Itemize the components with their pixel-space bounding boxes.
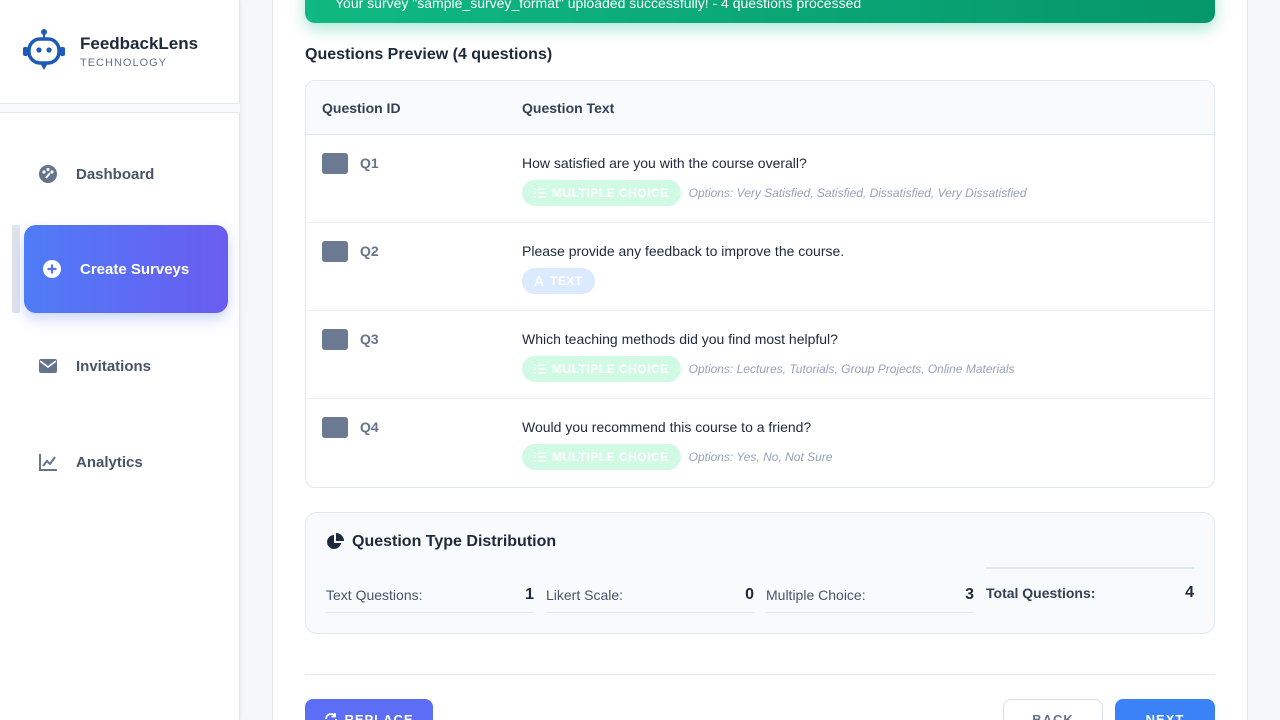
column-header-id: Question ID xyxy=(322,99,401,116)
table-row[interactable]: Q1 How satisfied are you with the course… xyxy=(306,135,1214,223)
question-text: Please provide any feedback to improve t… xyxy=(522,243,845,259)
distribution-title: Question Type Distribution xyxy=(326,533,556,551)
stat-likert-scale: Likert Scale: 0 xyxy=(546,577,754,613)
envelope-icon xyxy=(38,356,58,376)
question-chip xyxy=(322,417,348,438)
actions-divider xyxy=(305,674,1215,675)
question-text: How satisfied are you with the course ov… xyxy=(522,155,807,171)
sidebar-item-create-surveys[interactable]: Create Surveys xyxy=(24,225,228,313)
brand-name: FeedbackLens xyxy=(80,34,199,53)
sidebar-item-invitations[interactable]: Invitations xyxy=(24,322,228,410)
questions-table: Question ID Question Text Q1 How satisfi… xyxy=(305,80,1215,488)
brand-subtitle: TECHNOLOGY xyxy=(80,57,168,69)
back-button[interactable]: BACK xyxy=(1003,699,1103,720)
questions-preview-title: Questions Preview (4 questions) xyxy=(305,46,553,63)
type-badge-label: MULTIPLE CHOICE xyxy=(552,450,669,464)
distribution-title-text: Question Type Distribution xyxy=(352,533,557,550)
question-chip xyxy=(322,241,348,262)
stat-value: 1 xyxy=(525,585,534,603)
question-text: Would you recommend this course to a fri… xyxy=(522,419,812,435)
type-badge-label: MULTIPLE CHOICE xyxy=(552,186,669,200)
table-row[interactable]: Q3 Which teaching methods did you find m… xyxy=(306,311,1214,399)
list-icon xyxy=(534,188,546,198)
table-row[interactable]: Q2 Please provide any feedback to improv… xyxy=(306,223,1214,311)
stat-label: Multiple Choice: xyxy=(766,586,866,603)
question-type-distribution: Question Type Distribution Text Question… xyxy=(305,512,1215,634)
sidebar-divider xyxy=(0,104,240,113)
type-badge-label: TEXT xyxy=(550,274,583,288)
type-badge: MULTIPLE CHOICE xyxy=(522,356,681,382)
stat-multiple-choice: Multiple Choice: 3 xyxy=(766,577,974,613)
question-id: Q2 xyxy=(360,243,379,259)
question-options: Options: Lectures, Tutorials, Group Proj… xyxy=(688,362,1015,376)
type-badge: TEXT xyxy=(522,268,595,294)
question-id: Q1 xyxy=(360,155,379,171)
robot-logo-icon xyxy=(23,28,65,70)
list-icon xyxy=(534,452,546,462)
stat-label: Text Questions: xyxy=(326,586,423,603)
next-button-label: NEXT xyxy=(1145,711,1185,720)
stat-total-questions: Total Questions: 4 xyxy=(986,567,1194,617)
replace-button-label: REPLACE xyxy=(344,711,414,720)
table-header: Question ID Question Text xyxy=(306,81,1214,135)
sidebar-item-label: Dashboard xyxy=(76,165,155,183)
font-icon xyxy=(534,276,544,286)
type-badge: MULTIPLE CHOICE xyxy=(522,444,681,470)
next-button[interactable]: NEXT xyxy=(1115,699,1215,720)
type-badge-label: MULTIPLE CHOICE xyxy=(552,362,669,376)
sidebar-item-label: Analytics xyxy=(76,453,143,471)
active-indicator xyxy=(12,225,20,313)
column-header-text: Question Text xyxy=(522,99,615,116)
list-icon xyxy=(534,364,546,374)
line-chart-icon xyxy=(38,452,58,472)
question-chip xyxy=(322,153,348,174)
stat-label: Total Questions: xyxy=(986,585,1096,601)
question-options: Options: Yes, No, Not Sure xyxy=(688,450,833,464)
back-button-label: BACK xyxy=(1032,711,1074,720)
question-id: Q3 xyxy=(360,331,379,347)
stat-value: 4 xyxy=(1185,584,1194,601)
stat-value: 0 xyxy=(745,585,754,603)
success-toast: Your survey "sample_survey_format" uploa… xyxy=(305,0,1215,23)
table-row[interactable]: Q4 Would you recommend this course to a … xyxy=(306,399,1214,487)
palette-icon xyxy=(38,164,58,184)
brand[interactable]: FeedbackLens TECHNOLOGY xyxy=(0,0,239,104)
question-id: Q4 xyxy=(360,419,379,435)
sidebar: FeedbackLens TECHNOLOGY Dashboard Create… xyxy=(0,0,240,720)
refresh-icon xyxy=(325,713,338,720)
question-options: Options: Very Satisfied, Satisfied, Diss… xyxy=(688,186,1027,200)
plus-circle-icon xyxy=(42,259,62,279)
sidebar-item-label: Create Surveys xyxy=(80,260,190,278)
type-badge: MULTIPLE CHOICE xyxy=(522,180,681,206)
stat-label: Likert Scale: xyxy=(546,586,624,603)
stat-value: 3 xyxy=(965,585,974,603)
sidebar-item-analytics[interactable]: Analytics xyxy=(24,418,228,506)
question-chip xyxy=(322,329,348,350)
sidebar-item-dashboard[interactable]: Dashboard xyxy=(24,130,228,218)
stat-text-questions: Text Questions: 1 xyxy=(326,577,534,613)
toast-message: Your survey "sample_survey_format" uploa… xyxy=(335,0,862,11)
question-text: Which teaching methods did you find most… xyxy=(522,331,838,347)
pie-chart-icon xyxy=(327,533,344,549)
replace-button[interactable]: REPLACE xyxy=(305,699,433,720)
sidebar-item-label: Invitations xyxy=(76,357,152,375)
